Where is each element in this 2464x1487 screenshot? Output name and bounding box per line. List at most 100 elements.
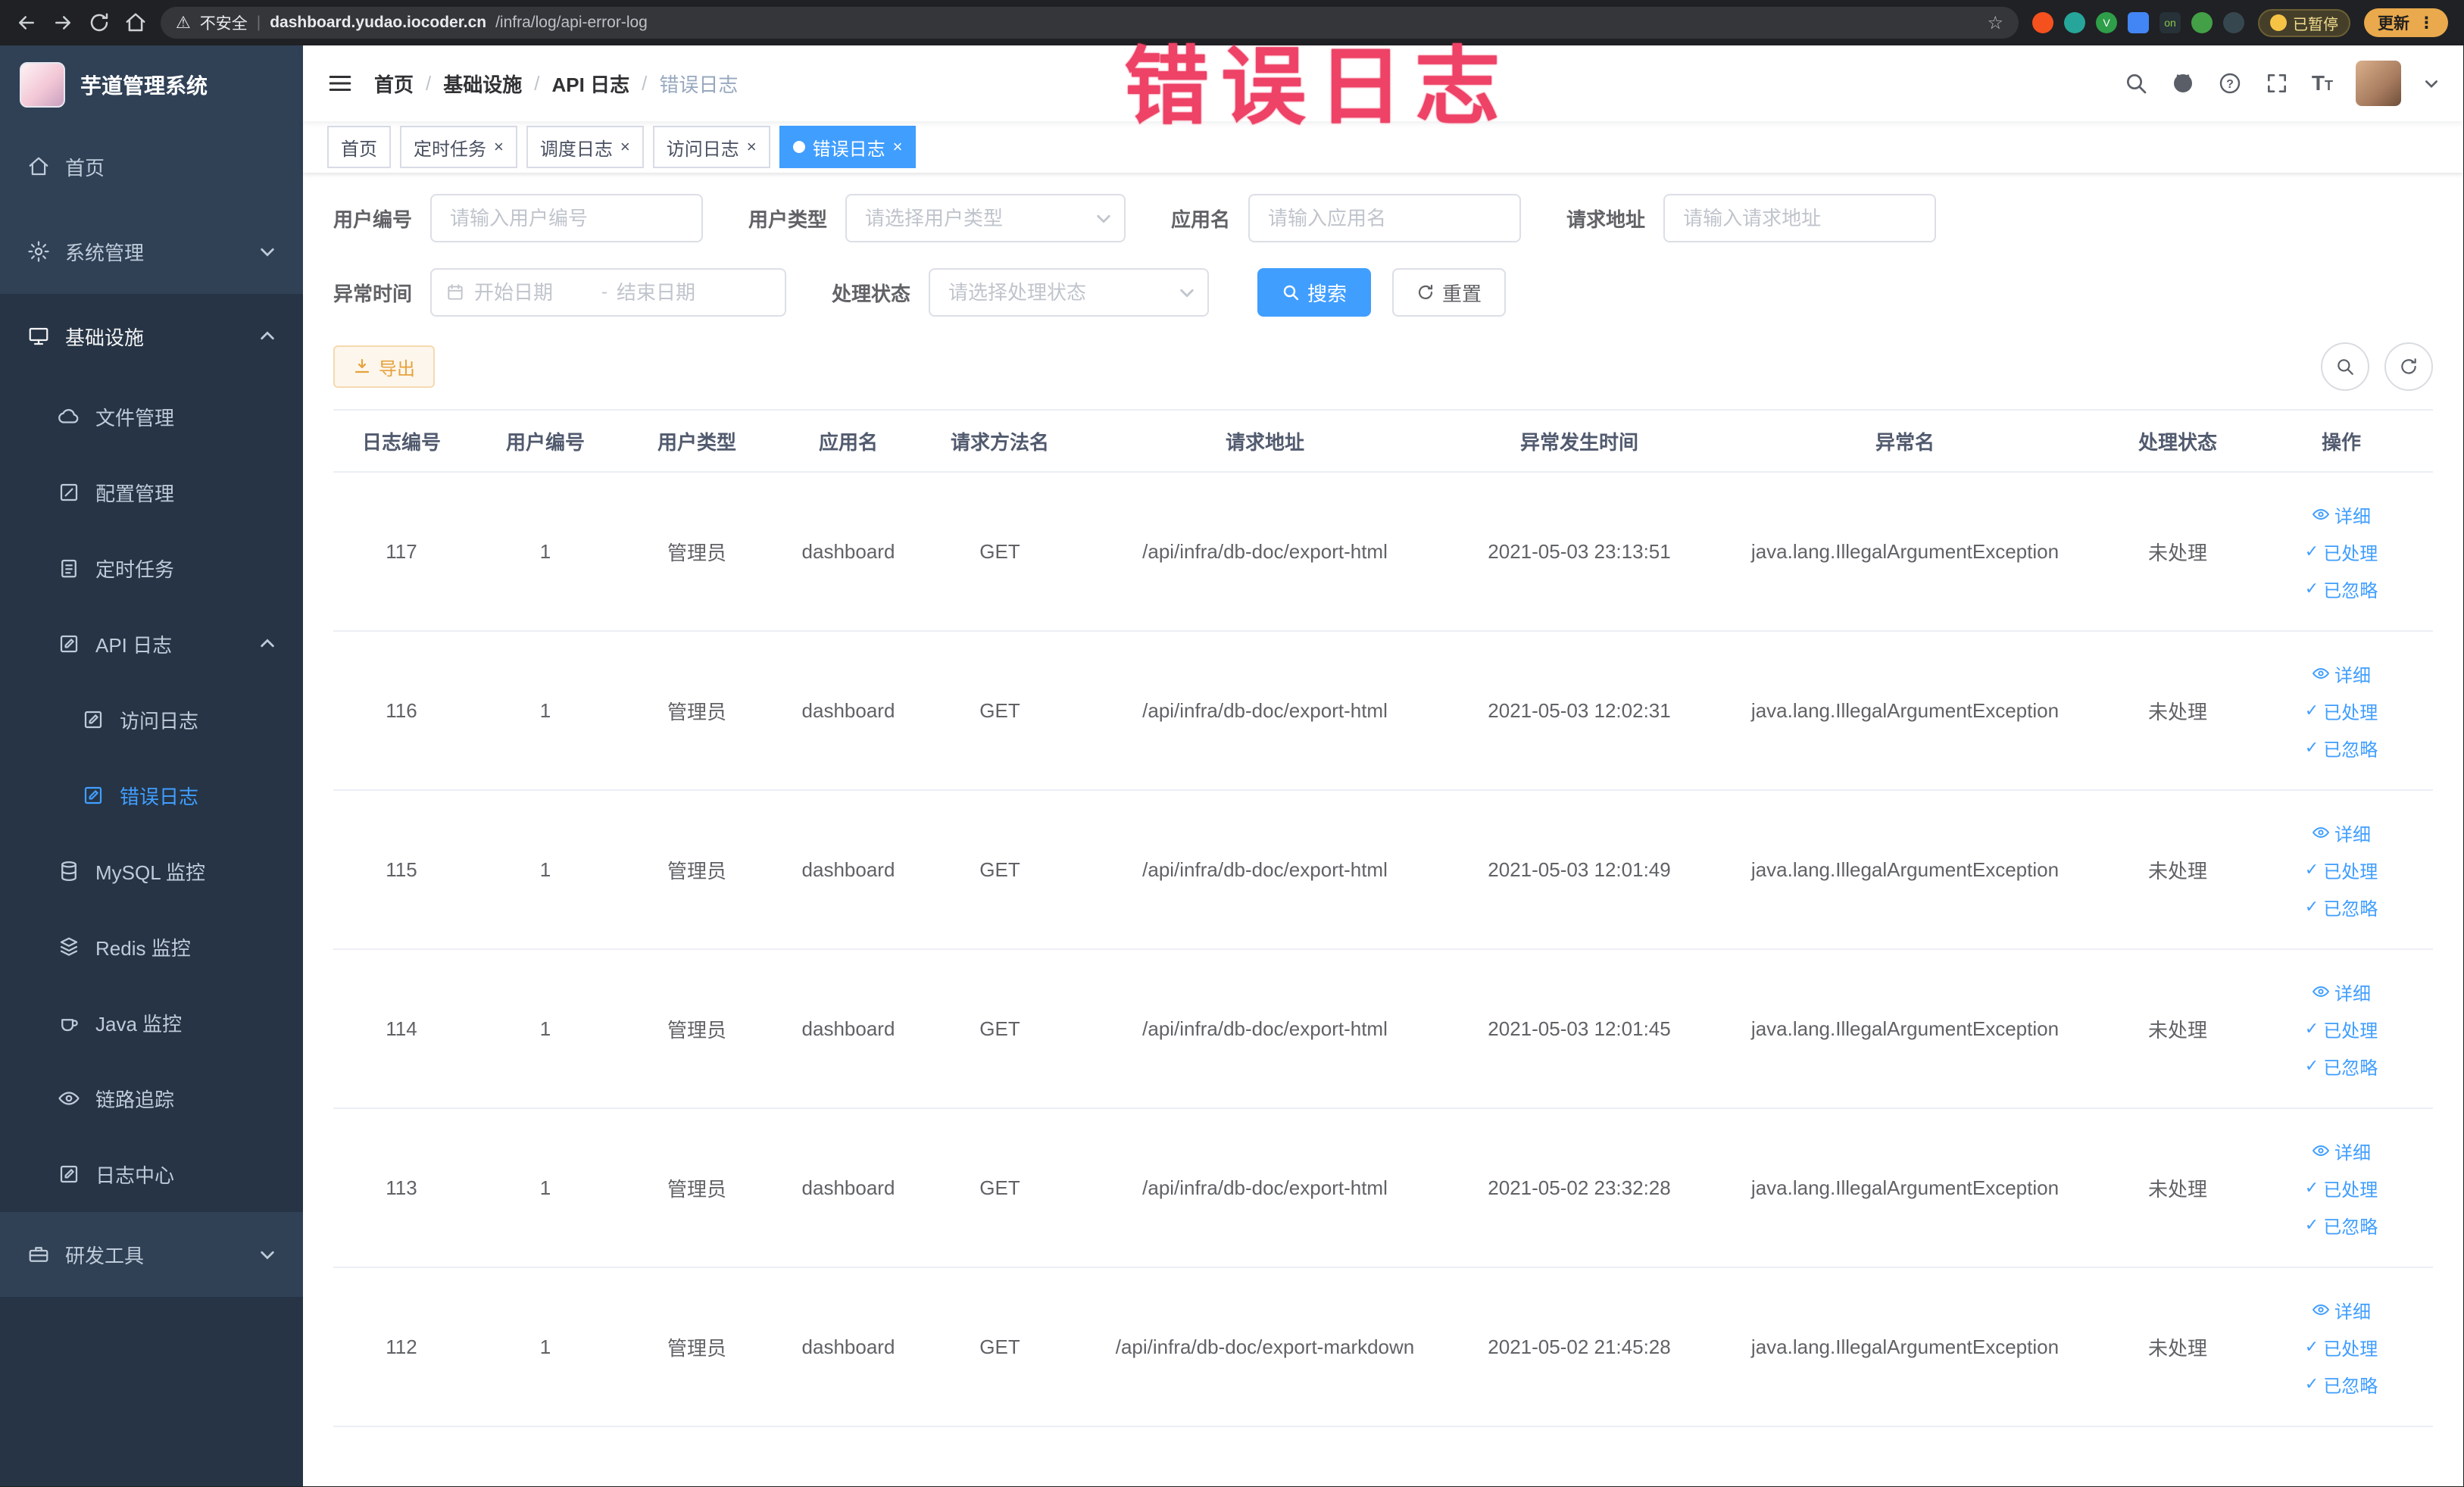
request-url-input[interactable] — [1663, 194, 1937, 242]
export-button-label: 导出 — [379, 358, 415, 380]
request-url-label: 请求地址 — [1566, 208, 1646, 231]
sidebar-item-config-mgmt[interactable]: 配置管理 — [0, 455, 303, 530]
mark-processed-link[interactable]: ✓ 已处理 — [2305, 857, 2378, 883]
ext-leaf-icon[interactable] — [2191, 12, 2213, 33]
detail-link[interactable]: 详细 — [2312, 1297, 2371, 1323]
tab-schedule-log[interactable]: 调度日志 × — [526, 126, 644, 168]
fullscreen-icon[interactable] — [2265, 71, 2289, 95]
mark-ignored-link[interactable]: ✓ 已忽略 — [2305, 576, 2378, 602]
check-icon: ✓ — [2304, 897, 2319, 916]
sidebar-item-system-mgmt[interactable]: 系统管理 — [0, 209, 303, 294]
detail-link-label: 详细 — [2334, 665, 2371, 686]
mark-ignored-link[interactable]: ✓ 已忽略 — [2305, 1371, 2378, 1398]
close-icon[interactable]: × — [620, 137, 630, 157]
process-status-select-input[interactable] — [929, 268, 1210, 317]
detail-link[interactable]: 详细 — [2312, 979, 2371, 1005]
detail-link[interactable]: 详细 — [2312, 661, 2371, 687]
url-bar[interactable]: ⚠ 不安全 | dashboard.yudao.iocoder.cn /infr… — [161, 7, 2019, 39]
sidebar-item-trace[interactable]: 链路追踪 — [0, 1061, 303, 1136]
sidebar-item-label: 定时任务 — [95, 558, 175, 581]
user-id-input[interactable] — [430, 194, 704, 242]
tab-error-log[interactable]: 错误日志 × — [779, 126, 917, 168]
user-type-select[interactable] — [845, 194, 1126, 242]
sidebar-item-dev-tools[interactable]: 研发工具 — [0, 1212, 303, 1297]
col-exception-time: 异常发生时间 — [1454, 410, 1704, 473]
active-dot-icon — [792, 141, 805, 153]
ext-on-icon[interactable]: on — [2160, 12, 2181, 33]
help-icon[interactable]: ? — [2218, 71, 2242, 95]
user-avatar[interactable] — [2356, 61, 2401, 106]
user-type-select-input[interactable] — [845, 194, 1126, 242]
chevron-down-icon[interactable] — [2424, 76, 2439, 91]
ext-teal-drop-icon[interactable] — [2064, 12, 2085, 33]
sidebar-item-log-center[interactable]: 日志中心 — [0, 1136, 303, 1212]
exception-time-label: 异常时间 — [333, 282, 413, 305]
sidebar-item-java-monitor[interactable]: Java 监控 — [0, 985, 303, 1061]
ext-blue-grid-icon[interactable] — [2128, 12, 2149, 33]
check-icon: ✓ — [2304, 860, 2319, 879]
sidebar-item-home[interactable]: 首页 — [0, 124, 303, 209]
mark-ignored-link[interactable]: ✓ 已忽略 — [2305, 894, 2378, 920]
home-icon[interactable] — [124, 11, 147, 34]
sidebar-item-mysql-monitor[interactable]: MySQL 监控 — [0, 833, 303, 909]
mark-ignored-link[interactable]: ✓ 已忽略 — [2305, 1212, 2378, 1239]
sidebar-item-access-log[interactable]: 访问日志 — [0, 682, 303, 758]
reset-button[interactable]: 重置 — [1392, 268, 1507, 317]
tab-scheduled-tasks[interactable]: 定时任务 × — [400, 126, 517, 168]
sidebar-item-infrastructure[interactable]: 基础设施 — [0, 294, 303, 379]
sidebar-item-api-log[interactable]: API 日志 — [0, 606, 303, 682]
mark-processed-link[interactable]: ✓ 已处理 — [2305, 539, 2378, 565]
search-button[interactable]: 搜索 — [1257, 268, 1372, 317]
breadcrumb-home[interactable]: 首页 — [374, 70, 414, 98]
paused-badge[interactable]: 已暂停 — [2258, 8, 2350, 37]
start-date-input[interactable] — [471, 279, 596, 306]
ext-green-v-icon[interactable]: V — [2096, 12, 2117, 33]
ext-paw-icon[interactable] — [2223, 12, 2244, 33]
breadcrumb-infrastructure[interactable]: 基础设施 — [443, 70, 522, 98]
sidebar-item-label: 文件管理 — [95, 406, 175, 430]
mark-processed-link[interactable]: ✓ 已处理 — [2305, 1334, 2378, 1360]
app-logo[interactable]: 芋道管理系统 — [0, 45, 303, 124]
mark-ignored-link[interactable]: ✓ 已忽略 — [2305, 735, 2378, 761]
forward-icon[interactable] — [52, 11, 74, 34]
mark-ignored-link[interactable]: ✓ 已忽略 — [2305, 1053, 2378, 1079]
ext-orange-icon[interactable] — [2032, 12, 2053, 33]
sidebar-item-file-mgmt[interactable]: 文件管理 — [0, 379, 303, 455]
close-icon[interactable]: × — [494, 137, 504, 157]
sidebar-item-scheduled-tasks[interactable]: 定时任务 — [0, 530, 303, 606]
breadcrumb-api-log[interactable]: API 日志 — [552, 70, 630, 98]
browser-menu-icon[interactable]: ⋮ — [2419, 14, 2434, 33]
sidebar-item-error-log[interactable]: 错误日志 — [0, 758, 303, 833]
col-log-id: 日志编号 — [333, 410, 470, 473]
tab-access-log[interactable]: 访问日志 × — [652, 126, 770, 168]
export-button[interactable]: 导出 — [333, 345, 435, 388]
col-user-id: 用户编号 — [470, 410, 621, 473]
mark-processed-link[interactable]: ✓ 已处理 — [2305, 698, 2378, 724]
cell-user-type: 管理员 — [621, 1108, 773, 1268]
toggle-search-button[interactable] — [2321, 342, 2369, 391]
hamburger-icon[interactable] — [327, 70, 353, 96]
detail-link[interactable]: 详细 — [2312, 1138, 2371, 1164]
detail-link[interactable]: 详细 — [2312, 501, 2371, 528]
back-icon[interactable] — [15, 11, 38, 34]
close-icon[interactable]: × — [893, 137, 903, 157]
end-date-input[interactable] — [614, 279, 739, 306]
reload-icon[interactable] — [88, 11, 111, 34]
github-icon[interactable] — [2171, 71, 2195, 95]
mark-processed-link[interactable]: ✓ 已处理 — [2305, 1016, 2378, 1042]
process-status-select[interactable] — [929, 268, 1210, 317]
exception-time-range-picker[interactable]: - — [430, 268, 787, 317]
app-name-input[interactable] — [1248, 194, 1522, 242]
sidebar-filler — [0, 1297, 303, 1486]
refresh-table-button[interactable] — [2384, 342, 2433, 391]
sidebar-item-redis-monitor[interactable]: Redis 监控 — [0, 909, 303, 985]
close-icon[interactable]: × — [747, 137, 757, 157]
font-size-icon[interactable]: TT — [2312, 71, 2333, 95]
update-button[interactable]: 更新 ⋮ — [2364, 8, 2448, 37]
tab-home[interactable]: 首页 — [327, 126, 391, 168]
search-icon[interactable] — [2124, 71, 2148, 95]
detail-link[interactable]: 详细 — [2312, 820, 2371, 846]
bookmark-star-icon[interactable]: ☆ — [1987, 12, 2003, 34]
mark-processed-link[interactable]: ✓ 已处理 — [2305, 1175, 2378, 1201]
security-label[interactable]: 不安全 — [200, 11, 248, 34]
